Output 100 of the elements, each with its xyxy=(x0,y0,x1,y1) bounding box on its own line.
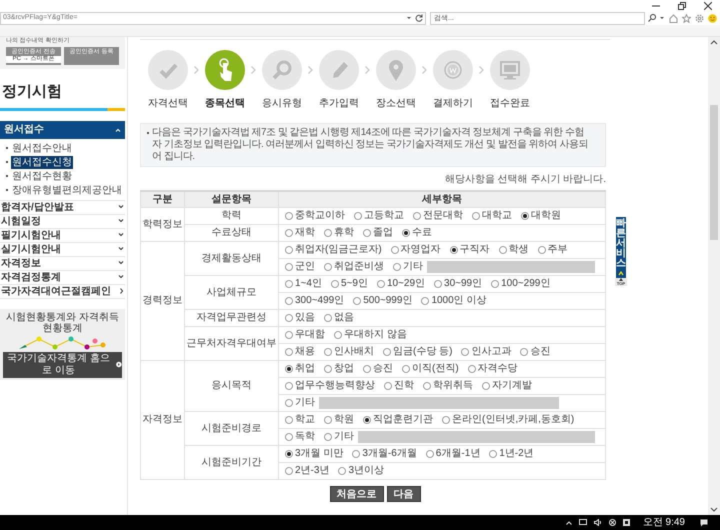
radio-button[interactable] xyxy=(498,246,507,254)
radio-button[interactable] xyxy=(384,382,392,390)
option-label[interactable]: 우대하지 않음 xyxy=(344,329,407,340)
home-icon[interactable] xyxy=(669,14,678,22)
option-label[interactable]: 학교 xyxy=(295,414,315,425)
radio-button[interactable] xyxy=(285,382,293,390)
radio-button[interactable] xyxy=(363,364,371,372)
radio-button[interactable] xyxy=(352,450,360,458)
radio-button[interactable] xyxy=(434,280,442,288)
submenu-item[interactable]: 장애유형별편의제공안내 xyxy=(11,184,123,196)
network-icon[interactable] xyxy=(578,519,587,526)
radio-button[interactable] xyxy=(353,296,362,304)
scrollbar[interactable] xyxy=(708,37,720,515)
radio-button[interactable] xyxy=(324,348,332,356)
radio-button[interactable] xyxy=(285,450,293,458)
form-button[interactable]: 다음 xyxy=(386,486,420,502)
radio-button[interactable] xyxy=(285,262,293,270)
dropdown-icon[interactable] xyxy=(406,15,412,21)
refresh-icon[interactable] xyxy=(415,14,423,22)
radio-button[interactable] xyxy=(390,246,399,254)
radio-button[interactable] xyxy=(285,212,293,220)
radio-button[interactable] xyxy=(489,450,498,458)
option-label[interactable]: 자기계발 xyxy=(492,380,532,391)
scroll-down-icon[interactable] xyxy=(710,507,718,513)
option-label[interactable]: 승진 xyxy=(530,346,550,357)
option-label[interactable]: 온라인(인터넷,카페,동호회) xyxy=(452,414,574,425)
quick-service-tab[interactable]: 빠른서비스 xyxy=(616,217,626,278)
option-label[interactable]: 3년이상 xyxy=(348,465,384,476)
menu-item[interactable]: 원서접수 xyxy=(0,120,125,138)
radio-button[interactable] xyxy=(285,246,293,254)
option-label[interactable]: 진학 xyxy=(394,380,414,391)
settings-icon[interactable] xyxy=(695,14,704,22)
option-label[interactable]: 임금(수당 등) xyxy=(393,346,452,357)
notification-icon[interactable] xyxy=(700,518,708,526)
option-label[interactable]: 구직자 xyxy=(460,244,490,255)
search-icon[interactable] xyxy=(648,14,656,22)
star-icon[interactable] xyxy=(682,14,691,22)
radio-button[interactable] xyxy=(421,296,430,304)
radio-button[interactable] xyxy=(393,262,401,270)
option-label[interactable]: 고등학교 xyxy=(364,210,404,221)
radio-button[interactable] xyxy=(383,348,391,356)
radio-button[interactable] xyxy=(324,432,332,440)
option-label[interactable]: 학생 xyxy=(508,244,529,255)
scroll-up-icon[interactable] xyxy=(710,39,718,45)
option-label[interactable]: 우대함 xyxy=(295,329,325,340)
radio-button[interactable] xyxy=(285,314,293,322)
option-label[interactable]: 기타 xyxy=(295,397,315,408)
option-label[interactable]: 2년-3년 xyxy=(295,465,330,476)
radio-button[interactable] xyxy=(468,364,476,372)
radio-button[interactable] xyxy=(285,466,293,474)
submenu-item[interactable]: 원서접수신청 xyxy=(11,156,73,168)
option-label[interactable]: 5~9인 xyxy=(340,278,368,289)
radio-button[interactable] xyxy=(426,450,434,458)
radio-button[interactable] xyxy=(285,228,293,236)
submenu-item[interactable]: 원서접수안내 xyxy=(11,142,73,154)
option-label[interactable]: 인사고과 xyxy=(471,346,512,357)
option-label[interactable]: 6개월-1년 xyxy=(436,448,480,459)
option-label[interactable]: 졸업 xyxy=(373,227,393,238)
submenu-item[interactable]: 원서접수현황 xyxy=(11,170,73,182)
close-icon[interactable] xyxy=(704,2,712,10)
option-label[interactable]: 기타 xyxy=(403,261,423,272)
radio-button[interactable] xyxy=(334,330,342,338)
option-label[interactable]: 재학 xyxy=(295,227,315,238)
option-label[interactable]: 1~4인 xyxy=(295,278,322,289)
radio-button[interactable] xyxy=(423,382,431,390)
option-label[interactable]: 전문대학 xyxy=(423,210,463,221)
option-label[interactable]: 휴학 xyxy=(334,227,354,238)
radio-button[interactable] xyxy=(285,398,293,406)
scrollbar-thumb[interactable] xyxy=(710,105,718,240)
menu-item[interactable]: 국가자격대여근절캠페인 xyxy=(0,284,125,298)
chevron-up-icon[interactable] xyxy=(566,520,572,524)
menu-item[interactable]: 실기시험안내 xyxy=(0,242,125,256)
option-label[interactable]: 3개월 미만 xyxy=(295,448,344,459)
text-input[interactable] xyxy=(358,430,595,442)
radio-button[interactable] xyxy=(285,330,293,338)
radio-button[interactable] xyxy=(338,466,346,474)
radio-button[interactable] xyxy=(521,212,529,220)
stats-home-button[interactable]: 국가기술자격통계 홈으로 이동 xyxy=(3,352,122,378)
option-label[interactable]: 학원 xyxy=(334,414,354,425)
radio-button[interactable] xyxy=(491,280,500,288)
radio-button[interactable] xyxy=(482,382,490,390)
radio-button[interactable] xyxy=(285,364,293,372)
option-label[interactable]: 취업자(임금근로자) xyxy=(295,244,382,255)
radio-button[interactable] xyxy=(538,246,546,254)
radio-button[interactable] xyxy=(520,348,528,356)
restore-icon[interactable] xyxy=(678,2,686,10)
option-label[interactable]: 독학 xyxy=(295,431,315,442)
text-input[interactable] xyxy=(427,260,595,272)
option-label[interactable]: 직업훈련기관 xyxy=(373,414,433,425)
option-label[interactable]: 채용 xyxy=(295,346,315,357)
radio-button[interactable] xyxy=(285,416,293,424)
option-label[interactable]: 있음 xyxy=(295,312,315,323)
radio-button[interactable] xyxy=(472,212,480,220)
radio-button[interactable] xyxy=(450,246,458,254)
radio-button[interactable] xyxy=(376,280,385,288)
menu-item[interactable]: 합격자/답안발표 xyxy=(0,200,125,214)
radio-button[interactable] xyxy=(442,416,450,424)
dropdown-icon[interactable] xyxy=(659,15,665,21)
option-label[interactable]: 300~499인 xyxy=(295,295,344,306)
form-button[interactable]: 처음으로 xyxy=(330,486,384,502)
